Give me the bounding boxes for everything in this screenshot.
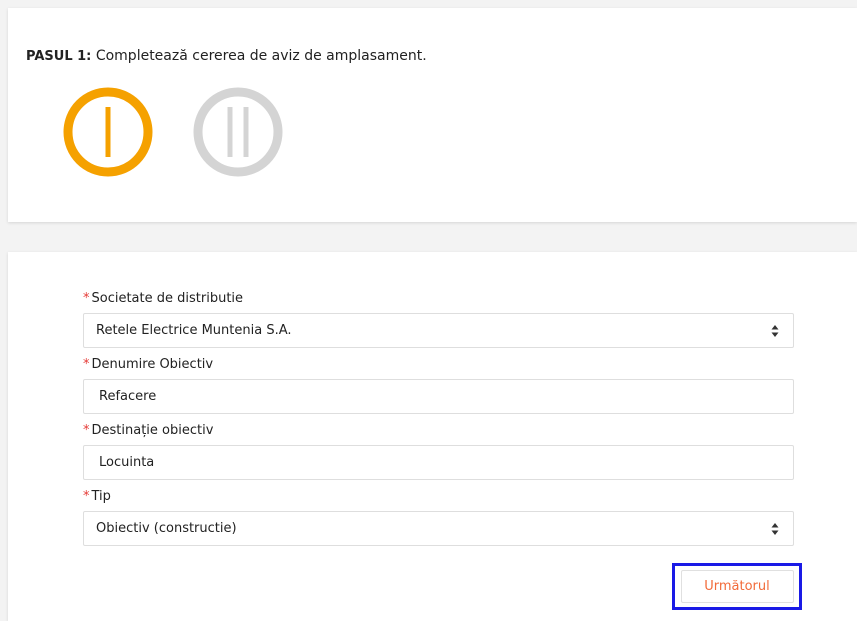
tip-value: Obiectiv (constructie)	[96, 521, 237, 536]
required-marker: *	[83, 291, 90, 306]
label-societate: * Societate de distributie	[83, 291, 243, 306]
next-button-label: Următorul	[704, 579, 770, 594]
label-tip: * Tip	[83, 489, 111, 504]
select-arrows-icon	[771, 325, 779, 337]
step-indicators	[63, 87, 283, 177]
label-text: Denumire Obiectiv	[91, 357, 214, 372]
denumire-value: Refacere	[99, 389, 157, 404]
label-destinatie: * Destinație obiectiv	[83, 423, 213, 438]
required-marker: *	[83, 357, 90, 372]
denumire-obiectiv-input[interactable]: Refacere	[83, 379, 794, 414]
step-card: PASUL 1: Completează cererea de aviz de …	[8, 8, 857, 222]
destinatie-obiectiv-input[interactable]: Locuinta	[83, 445, 794, 480]
destinatie-value: Locuinta	[99, 455, 155, 470]
step-instruction: PASUL 1: Completează cererea de aviz de …	[26, 48, 427, 64]
next-button[interactable]: Următorul	[680, 570, 794, 603]
select-arrows-icon	[771, 523, 779, 535]
step-2-indicator	[193, 87, 283, 177]
label-text: Destinație obiectiv	[91, 423, 214, 438]
form-card: * Societate de distributie Retele Electri…	[8, 252, 857, 621]
label-denumire: * Denumire Obiectiv	[83, 357, 213, 372]
step-text: Completează cererea de aviz de amplasame…	[95, 48, 427, 64]
next-button-focus-outline: Următorul	[672, 563, 802, 610]
label-text: Tip	[91, 489, 111, 504]
label-text: Societate de distributie	[91, 291, 244, 306]
step-1-indicator	[63, 87, 153, 177]
societate-select[interactable]: Retele Electrice Muntenia S.A.	[83, 313, 794, 348]
required-marker: *	[83, 489, 90, 504]
required-marker: *	[83, 423, 90, 438]
societate-value: Retele Electrice Muntenia S.A.	[96, 323, 292, 338]
step-prefix: PASUL 1:	[26, 49, 92, 64]
tip-select[interactable]: Obiectiv (constructie)	[83, 511, 794, 546]
